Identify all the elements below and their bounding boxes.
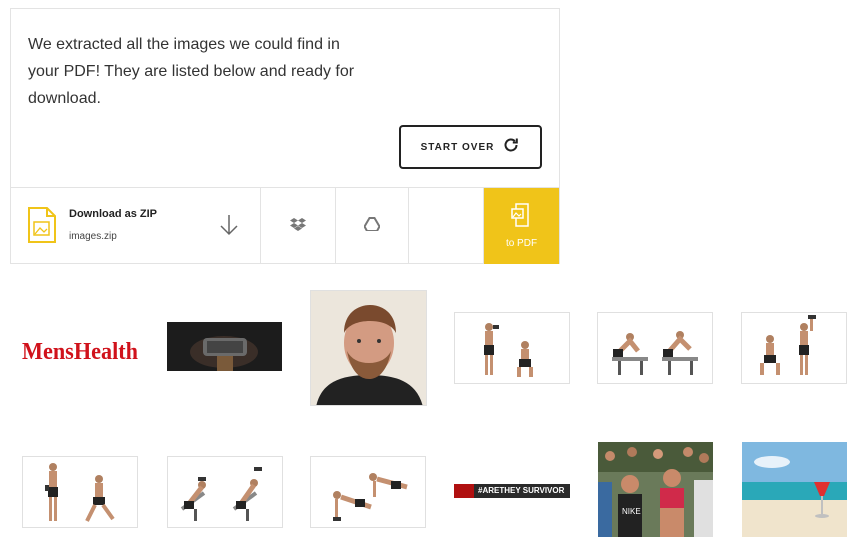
zip-file-icon xyxy=(27,206,57,249)
svg-text:MensHealth: MensHealth xyxy=(22,339,138,365)
image-thumb-logo[interactable]: MensHealth xyxy=(20,332,142,368)
dropbox-icon xyxy=(290,217,306,236)
image-thumb-beach[interactable] xyxy=(742,442,847,537)
banner-text: #ARETHEY SURVIVOR xyxy=(478,486,565,495)
photo-split-squat xyxy=(45,463,115,522)
google-drive-icon xyxy=(363,216,381,236)
image-thumb-exercise-4[interactable] xyxy=(22,456,138,528)
result-panel: We extracted all the images we could fin… xyxy=(10,8,560,264)
start-over-button[interactable]: START OVER xyxy=(399,125,542,169)
photo-bench-exercise xyxy=(612,331,698,375)
photo-incline-press xyxy=(180,467,262,521)
to-pdf-button[interactable]: to PDF xyxy=(484,188,559,264)
image-thumb-dumbbell-closeup[interactable] xyxy=(167,322,282,371)
photo-beach-cocktail xyxy=(742,442,847,537)
photo-plank-row xyxy=(333,473,408,521)
google-drive-button[interactable] xyxy=(336,188,409,264)
image-to-pdf-icon xyxy=(510,203,533,232)
image-thumb-exercise-2[interactable] xyxy=(597,312,713,384)
image-thumb-exercise-3[interactable] xyxy=(741,312,847,384)
download-bar: Download as ZIP images.zip to PDF xyxy=(11,187,559,264)
photo-runners: NIKE xyxy=(598,442,713,537)
download-zip-title: Download as ZIP xyxy=(69,208,158,220)
svg-text:NIKE: NIKE xyxy=(622,507,641,516)
photo-exercise xyxy=(484,323,533,377)
refresh-icon xyxy=(502,136,520,159)
image-thumb-exercise-6[interactable] xyxy=(310,456,426,528)
image-thumb-portrait[interactable] xyxy=(310,290,427,406)
mens-health-logo: MensHealth xyxy=(22,339,138,365)
photo-lunge-press xyxy=(760,315,816,375)
photo-portrait xyxy=(311,291,426,405)
image-thumb-exercise-5[interactable] xyxy=(167,456,283,528)
zip-filename: images.zip xyxy=(69,231,117,242)
image-thumb-exercise-1[interactable] xyxy=(454,312,570,384)
download-zip-button[interactable]: Download as ZIP images.zip xyxy=(11,188,261,264)
result-message: We extracted all the images we could fin… xyxy=(28,36,355,107)
empty-slot xyxy=(409,188,484,264)
image-thumb-crowd-run[interactable]: NIKE xyxy=(598,442,713,537)
download-arrow-icon xyxy=(219,214,239,241)
start-over-label: START OVER xyxy=(420,141,495,153)
to-pdf-label: to PDF xyxy=(505,238,538,249)
dropbox-button[interactable] xyxy=(261,188,336,264)
photo-dumbbell xyxy=(167,322,282,371)
image-thumb-banner[interactable]: #ARETHEY SURVIVOR xyxy=(454,484,570,498)
banner-red-block xyxy=(454,484,474,498)
